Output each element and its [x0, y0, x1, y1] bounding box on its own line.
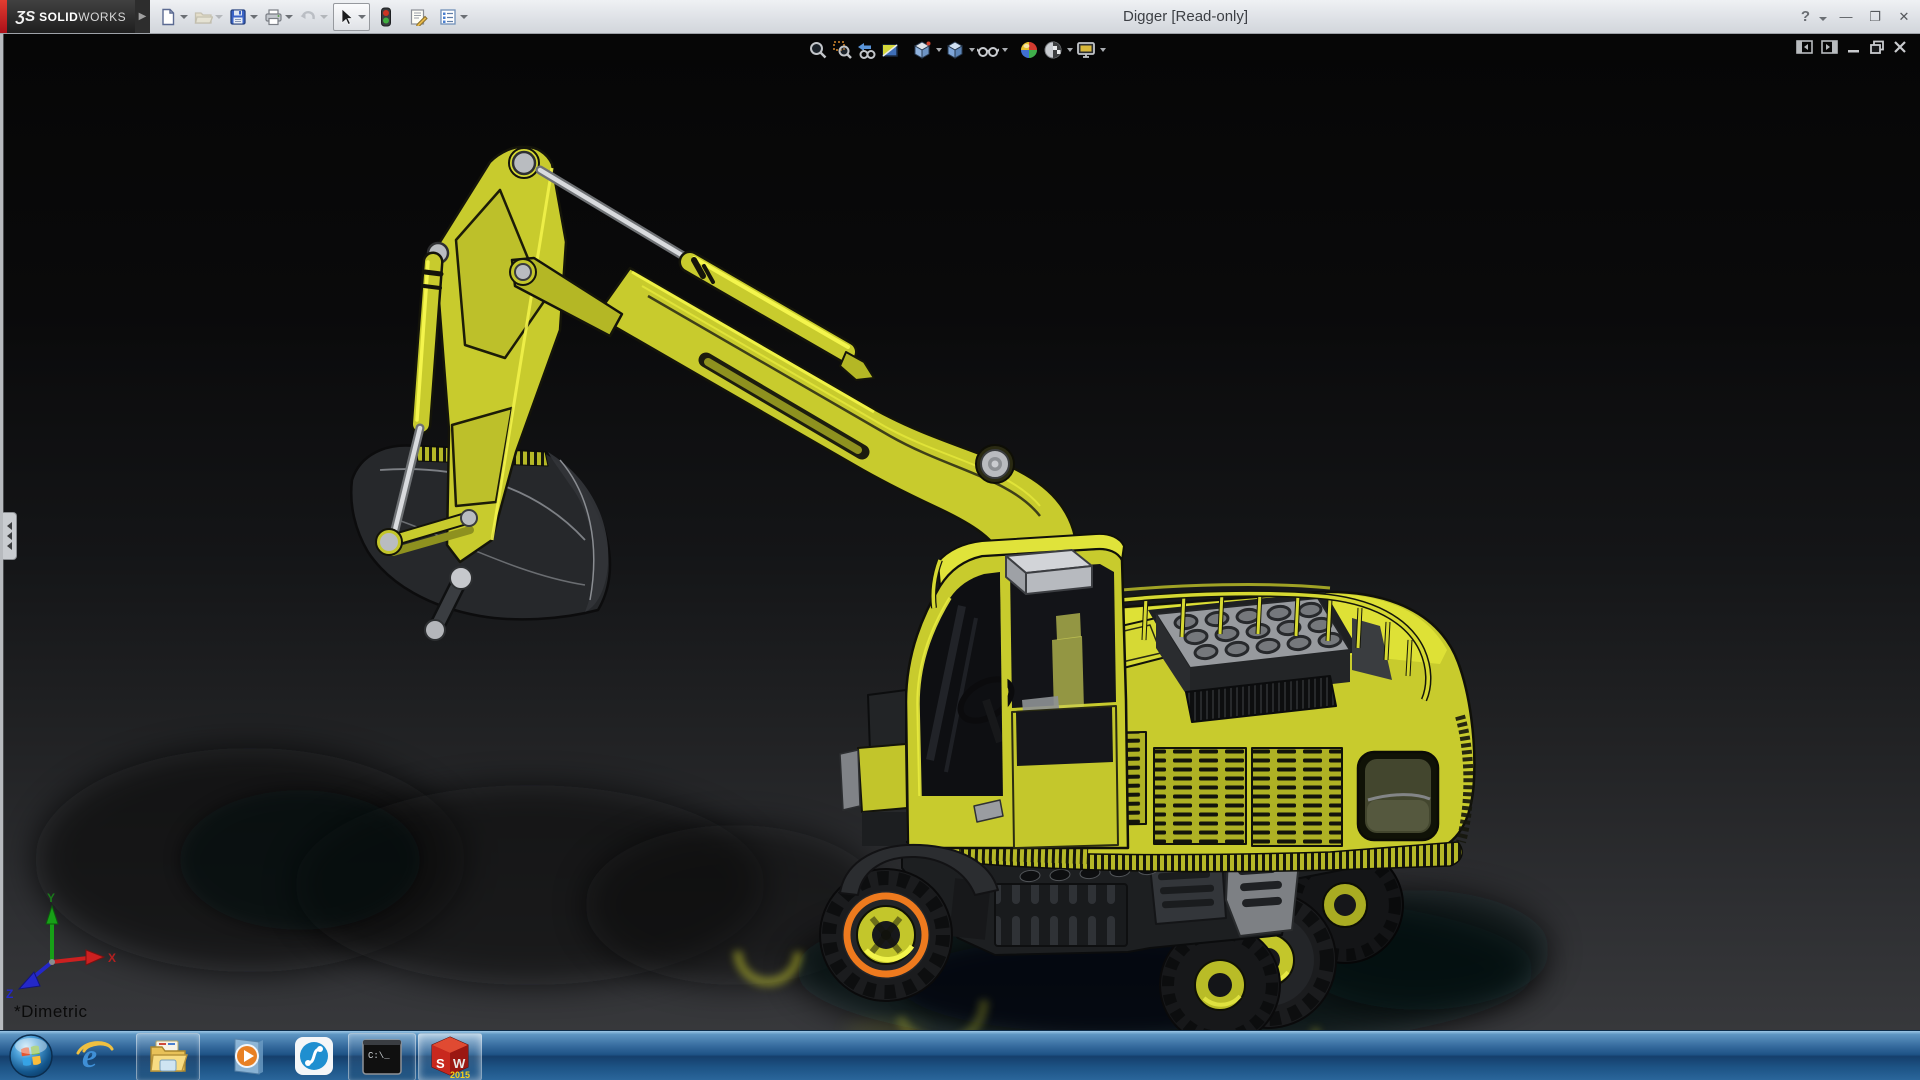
section-view-icon[interactable] [878, 38, 902, 62]
undo-button[interactable] [298, 7, 329, 27]
boom-tip-pin [513, 152, 535, 174]
close-button[interactable]: ✕ [1894, 9, 1914, 25]
help-dropdown[interactable] [1819, 8, 1827, 26]
quick-access-toolbar [158, 0, 473, 33]
side-grille-3 [1252, 748, 1342, 846]
new-dropdown[interactable] [178, 7, 189, 27]
traffic-light-icon [376, 7, 396, 27]
restore-button[interactable]: ❐ [1865, 9, 1885, 25]
svg-text:C:\_: C:\_ [368, 1051, 390, 1061]
minimize-button[interactable]: — [1836, 9, 1856, 24]
roof-box [1006, 550, 1092, 594]
save-floppy-icon [228, 7, 248, 27]
share-app-icon [294, 1036, 334, 1076]
internet-explorer-icon: e [74, 1035, 116, 1077]
front-mount [840, 690, 907, 846]
triad-y-label: Y [47, 891, 55, 905]
command-prompt-icon: C:\_ [361, 1038, 403, 1076]
view-orientation-label: *Dimetric [14, 1002, 87, 1022]
open-button[interactable] [193, 7, 224, 27]
taskbar-solidworks[interactable]: S W 2015 [418, 1033, 482, 1080]
logo-accent-bar [0, 0, 7, 33]
chassis-vent-panel [995, 884, 1127, 946]
open-dropdown[interactable] [213, 7, 224, 27]
windows-orb-icon [8, 1033, 54, 1079]
display-style-icon[interactable] [943, 38, 967, 62]
rear-window [1358, 752, 1438, 840]
new-document-icon [158, 7, 178, 27]
svg-text:S: S [436, 1056, 445, 1071]
select-tool-pressed[interactable] [333, 3, 370, 31]
graphics-viewport[interactable]: Y X Z [0, 33, 1920, 1030]
side-grille-2 [1154, 748, 1246, 844]
taskbar-command-prompt[interactable]: C:\_ [348, 1033, 416, 1080]
boom-pivot-boss [976, 445, 1014, 483]
solidworks-2015-icon: S W 2015 [428, 1035, 472, 1079]
media-player-icon [227, 1035, 269, 1077]
expand-feature-pane-tab[interactable] [3, 512, 17, 560]
expand-pane-icon[interactable] [1821, 39, 1839, 60]
window-title: Digger [Read-only] [1123, 8, 1248, 25]
print-button[interactable] [263, 7, 294, 27]
options-dropdown[interactable] [458, 7, 469, 27]
view-orientation-dropdown[interactable] [934, 38, 943, 62]
undo-icon [298, 7, 318, 27]
apply-scene-dropdown[interactable] [1065, 38, 1074, 62]
zoom-to-fit-icon[interactable] [806, 38, 830, 62]
taskbar-windows-explorer[interactable] [136, 1033, 200, 1080]
rebuild-button[interactable] [376, 7, 396, 27]
taskbar-media-player[interactable] [222, 1033, 274, 1079]
file-properties-button[interactable] [408, 7, 428, 27]
select-cursor-icon [336, 7, 356, 27]
view-settings-dropdown[interactable] [1098, 38, 1107, 62]
document-window-controls [1796, 39, 1908, 60]
headsup-view-toolbar [806, 37, 1107, 63]
file-properties-icon [408, 7, 428, 27]
open-folder-icon [193, 7, 213, 27]
help-button[interactable]: ? [1801, 8, 1810, 25]
options-button[interactable] [438, 7, 469, 27]
printer-icon [263, 7, 283, 27]
hide-show-items-dropdown[interactable] [1000, 38, 1009, 62]
apply-scene-icon[interactable] [1041, 38, 1065, 62]
model-scene[interactable]: Y X Z [0, 0, 1920, 1080]
save-dropdown[interactable] [248, 7, 259, 27]
svg-text:W: W [453, 1056, 466, 1071]
edit-appearance-icon[interactable] [1017, 38, 1041, 62]
triad-z-label: Z [6, 987, 13, 1001]
print-dropdown[interactable] [283, 7, 294, 27]
triad-x-label: X [108, 951, 116, 965]
undo-dropdown[interactable] [318, 7, 329, 27]
hide-show-items-icon[interactable] [976, 38, 1000, 62]
title-bar: ƷS SOLIDWORKS ▶ [0, 0, 1920, 34]
doc-close-button[interactable] [1892, 39, 1908, 60]
svg-text:2015: 2015 [450, 1070, 470, 1079]
doc-minimize-button[interactable] [1846, 39, 1862, 60]
view-settings-icon[interactable] [1074, 38, 1098, 62]
windows-taskbar: e [0, 1030, 1920, 1080]
window-controls: ? — ❐ ✕ [1801, 0, 1914, 33]
zoom-to-area-icon[interactable] [830, 38, 854, 62]
options-icon [438, 7, 458, 27]
taskbar-share-app[interactable] [288, 1033, 340, 1079]
menu-flyout-arrow[interactable]: ▶ [135, 0, 150, 33]
select-dropdown[interactable] [356, 7, 367, 27]
view-orientation-icon[interactable] [910, 38, 934, 62]
doc-restore-button[interactable] [1869, 39, 1885, 60]
folder-icon [148, 1038, 188, 1076]
save-button[interactable] [228, 7, 259, 27]
3ds-logo-mark: ƷS [16, 8, 35, 25]
brand-text: SOLIDWORKS [39, 10, 126, 24]
display-style-dropdown[interactable] [967, 38, 976, 62]
previous-view-icon[interactable] [854, 38, 878, 62]
new-button[interactable] [158, 7, 189, 27]
taskbar-internet-explorer[interactable]: e [70, 1033, 120, 1079]
start-button[interactable] [8, 1033, 54, 1079]
cab[interactable] [906, 534, 1128, 848]
collapse-pane-icon[interactable] [1796, 39, 1814, 60]
desktop: Y X Z [0, 0, 1920, 1080]
solidworks-logo[interactable]: ƷS SOLIDWORKS [7, 0, 135, 33]
